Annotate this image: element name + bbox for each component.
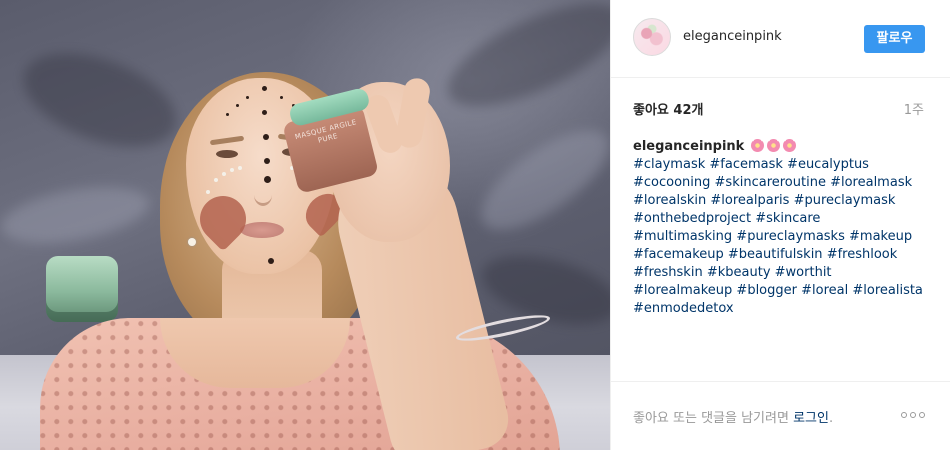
mask-dot <box>264 176 271 183</box>
hashtag-link[interactable]: #loreal <box>801 283 848 298</box>
mask-dot <box>262 110 267 115</box>
mask-dot-white <box>214 178 218 182</box>
mask-dot <box>268 258 274 264</box>
mask-dot-white <box>222 172 226 176</box>
hashtag-link[interactable]: #eucalyptus <box>787 157 869 172</box>
sheet-fold <box>434 0 610 127</box>
cherry-blossom-icon <box>783 139 797 152</box>
pearl-earring <box>188 238 196 246</box>
likes-count[interactable]: 좋아요 42개 <box>633 99 703 118</box>
comment-prompt: 좋아요 또는 댓글을 남기려면 로그인. <box>633 407 833 426</box>
lips <box>240 222 284 238</box>
mask-dot <box>246 96 249 99</box>
mask-dot <box>262 86 267 91</box>
hashtag-link[interactable]: #freshlook <box>827 247 898 262</box>
mask-dot <box>226 113 229 116</box>
hashtag-link[interactable]: #pureclaymasks <box>736 229 845 244</box>
mask-dot <box>280 96 283 99</box>
hashtag-link[interactable]: #kbeauty <box>707 265 771 280</box>
hashtag-link[interactable]: #worthit <box>775 265 832 280</box>
hashtag-link[interactable]: #lorealparis <box>710 193 789 208</box>
comment-prompt-text: 좋아요 또는 댓글을 남기려면 <box>633 411 794 426</box>
comment-footer: 좋아요 또는 댓글을 남기려면 로그인. <box>611 381 950 450</box>
hashtag-link[interactable]: #blogger <box>736 283 797 298</box>
hashtag-link[interactable]: #onthebedproject <box>633 211 751 226</box>
nose <box>254 184 272 206</box>
hashtag-link[interactable]: #claymask <box>633 157 705 172</box>
post-sidebar: eleganceinpink 팔로우 좋아요 42개 1주 elegancein… <box>610 0 950 450</box>
login-link[interactable]: 로그인 <box>793 411 829 426</box>
comment-prompt-period: . <box>828 411 834 426</box>
hashtag-link[interactable]: #lorealista <box>852 283 923 298</box>
mask-dot-white <box>230 168 234 172</box>
post-time[interactable]: 1주 <box>904 99 924 118</box>
sheet-fold <box>11 35 189 165</box>
mask-dot <box>236 104 239 107</box>
sheet-highlight <box>0 177 154 253</box>
mask-dot <box>263 134 269 140</box>
hashtag-link[interactable]: #lorealmask <box>830 175 912 190</box>
hashtag-link[interactable]: #lorealmakeup <box>633 283 732 298</box>
hashtag-link[interactable]: #multimasking <box>633 229 732 244</box>
hashtag-link[interactable]: #makeup <box>849 229 912 244</box>
hashtag-link[interactable]: #facemask <box>709 157 783 172</box>
caption-author-link[interactable]: eleganceinpink <box>633 139 744 154</box>
post-photo[interactable]: MASQUE ARGILE PURE <box>0 0 610 450</box>
username-link[interactable]: eleganceinpink <box>683 29 782 44</box>
post-header: eleganceinpink 팔로우 <box>611 0 950 78</box>
hashtag-link[interactable]: #facemakeup <box>633 247 724 262</box>
hashtag-link[interactable]: #cocooning <box>633 175 710 190</box>
cherry-blossom-icon <box>751 139 765 152</box>
clay-mask-jar-green <box>46 256 118 322</box>
cherry-blossom-icon <box>767 139 781 152</box>
mask-dot-white <box>238 166 242 170</box>
hashtag-list: #claymask #facemask #eucalyptus #cocooni… <box>633 156 933 318</box>
mask-dot <box>264 158 270 164</box>
hashtag-link[interactable]: #lorealskin <box>633 193 706 208</box>
hashtag-link[interactable]: #pureclaymask <box>794 193 896 208</box>
sheet-highlight <box>466 112 610 248</box>
hashtag-link[interactable]: #freshskin <box>633 265 703 280</box>
hashtag-link[interactable]: #skincareroutine <box>715 175 826 190</box>
follow-button[interactable]: 팔로우 <box>864 25 925 53</box>
eye <box>216 150 238 158</box>
avatar[interactable] <box>633 18 671 56</box>
hashtag-link[interactable]: #skincare <box>755 211 820 226</box>
mask-dot-white <box>206 190 210 194</box>
caption: eleganceinpink #claymask #facemask #euca… <box>633 138 933 318</box>
hashtag-link[interactable]: #beautifulskin <box>728 247 823 262</box>
hashtag-link[interactable]: #enmodedetox <box>633 301 734 316</box>
more-options-icon[interactable] <box>901 411 925 419</box>
